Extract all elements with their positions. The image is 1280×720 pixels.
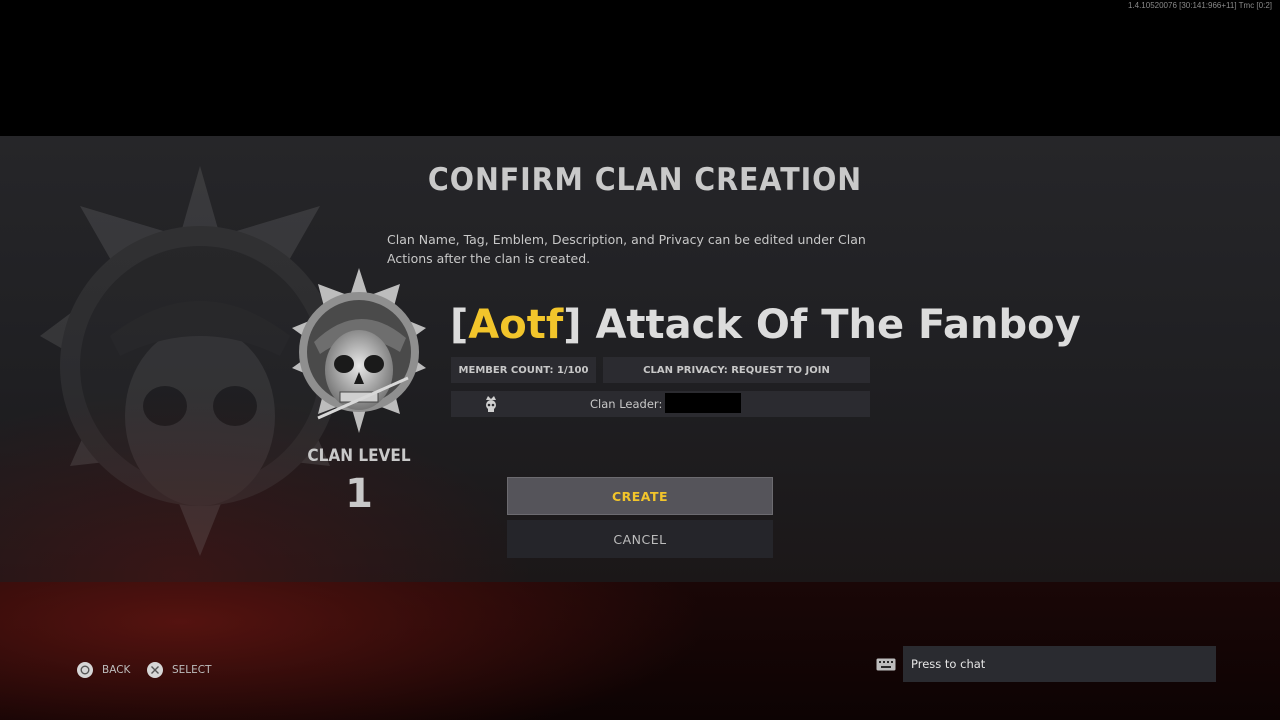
member-count-badge: MEMBER COUNT: 1/100 xyxy=(451,357,596,383)
clan-level-label: CLAN LEVEL xyxy=(307,446,411,466)
clan-tag-bracket-close: ] xyxy=(563,302,582,348)
back-hint[interactable]: BACK xyxy=(77,662,130,678)
skull-crown-icon xyxy=(486,396,496,412)
info-text: Clan Name, Tag, Emblem, Description, and… xyxy=(387,232,866,266)
select-label: SELECT xyxy=(172,664,212,676)
circle-button-icon xyxy=(77,662,93,678)
dialog-title: CONFIRM CLAN CREATION xyxy=(427,162,863,198)
skull-beret-emblem-icon xyxy=(292,268,426,433)
clan-level-value: 1 xyxy=(345,471,373,517)
clan-leader-row: Clan Leader: xyxy=(451,391,870,417)
back-label: BACK xyxy=(102,664,131,676)
cancel-button[interactable]: CANCEL xyxy=(507,520,773,558)
create-button[interactable]: CREATE xyxy=(507,477,773,515)
select-hint[interactable]: SELECT xyxy=(147,662,212,678)
clan-tag-bracket-open: [ xyxy=(450,302,469,348)
keyboard-icon xyxy=(876,658,896,671)
clan-privacy-badge: CLAN PRIVACY: REQUEST TO JOIN xyxy=(603,357,870,383)
cross-button-icon xyxy=(147,662,163,678)
clan-full-name: [Aotf] Attack Of The Fanboy xyxy=(450,302,1081,348)
chat-input[interactable]: Press to chat xyxy=(903,646,1216,682)
clan-tag: Aotf xyxy=(468,302,564,348)
clan-name: Attack Of The Fanboy xyxy=(581,302,1081,348)
clan-leader-label: Clan Leader: xyxy=(590,397,663,411)
clan-leader-name-redacted xyxy=(665,393,741,413)
build-info: 1.4.10520076 [30:141:966+11] Tmc [0:2] xyxy=(1127,1,1272,10)
